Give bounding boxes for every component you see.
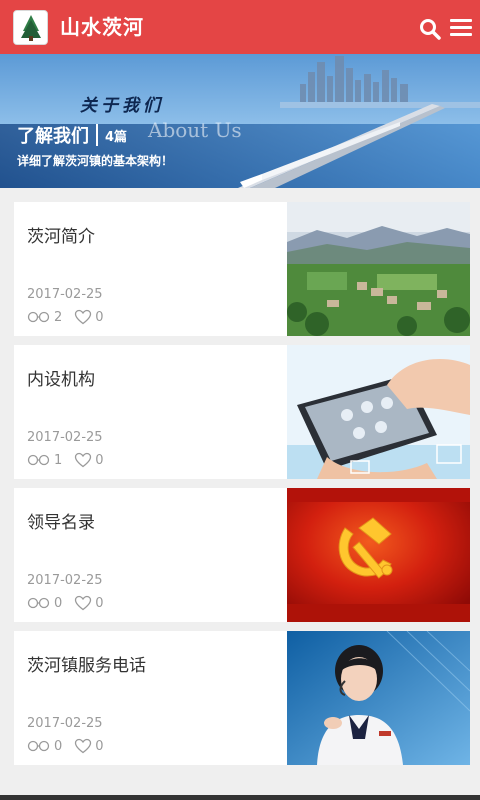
banner-script-heading: 关于我们 xyxy=(80,96,164,116)
bottom-bar xyxy=(0,795,480,800)
banner-title-divider xyxy=(96,124,98,146)
article-stats: 0 0 xyxy=(27,595,116,611)
likes-stat[interactable]: 0 xyxy=(74,738,104,754)
heart-icon xyxy=(75,595,92,611)
glasses-icon xyxy=(27,740,50,752)
glasses-icon xyxy=(27,311,50,323)
heart-icon xyxy=(75,452,92,468)
views-stat: 1 xyxy=(27,453,62,468)
likes-count: 0 xyxy=(95,595,104,611)
likes-stat[interactable]: 0 xyxy=(74,595,104,611)
article-stats: 2 0 xyxy=(27,309,116,325)
views-count: 0 xyxy=(54,738,63,754)
article-card[interactable]: 领导名录 2017-02-25 0 0 xyxy=(14,488,470,622)
article-date: 2017-02-25 xyxy=(27,287,103,302)
glasses-icon xyxy=(27,454,50,466)
banner-english-heading: About Us xyxy=(148,118,242,142)
views-count: 0 xyxy=(54,595,63,611)
heart-icon xyxy=(75,738,92,754)
likes-count: 0 xyxy=(95,452,104,468)
article-title[interactable]: 茨河镇服务电话 xyxy=(27,651,146,676)
article-thumbnail-party-emblem[interactable] xyxy=(287,488,470,622)
search-icon[interactable] xyxy=(418,17,442,41)
likes-count: 0 xyxy=(95,738,104,754)
views-count: 1 xyxy=(54,452,63,468)
banner-article-count: 4篇 xyxy=(105,129,128,145)
likes-stat[interactable]: 0 xyxy=(74,309,104,325)
views-count: 2 xyxy=(54,309,63,325)
tree-logo-icon[interactable] xyxy=(13,10,48,45)
article-thumbnail-smartphone[interactable] xyxy=(287,345,470,479)
about-us-banner[interactable]: 关于我们 About Us 了解我们 4篇 详细了解茨河镇的基本架构！ xyxy=(0,54,480,188)
hamburger-menu-icon[interactable] xyxy=(450,19,472,37)
article-card[interactable]: 内设机构 2017-02-25 1 0 xyxy=(14,345,470,479)
article-stats: 0 0 xyxy=(27,738,116,754)
site-title: 山水茨河 xyxy=(60,15,144,39)
views-stat: 0 xyxy=(27,739,62,754)
glasses-icon xyxy=(27,597,50,609)
article-title[interactable]: 领导名录 xyxy=(27,508,95,533)
banner-description: 详细了解茨河镇的基本架构！ xyxy=(17,154,174,168)
article-card[interactable]: 茨河简介 2017-02-25 2 0 xyxy=(14,202,470,336)
article-date: 2017-02-25 xyxy=(27,430,103,445)
views-stat: 0 xyxy=(27,596,62,611)
banner-title-text: 了解我们 xyxy=(17,126,89,147)
article-title[interactable]: 内设机构 xyxy=(27,365,95,390)
article-date: 2017-02-25 xyxy=(27,573,103,588)
banner-title: 了解我们 4篇 xyxy=(17,122,127,148)
article-card[interactable]: 茨河镇服务电话 2017-02-25 0 0 xyxy=(14,631,470,765)
views-stat: 2 xyxy=(27,310,62,325)
article-thumbnail-service-agent[interactable] xyxy=(287,631,470,765)
app-header: 山水茨河 xyxy=(0,0,480,54)
article-stats: 1 0 xyxy=(27,452,116,468)
heart-icon xyxy=(75,309,92,325)
article-thumbnail-landscape[interactable] xyxy=(287,202,470,336)
article-title[interactable]: 茨河简介 xyxy=(27,222,95,247)
article-date: 2017-02-25 xyxy=(27,716,103,731)
likes-count: 0 xyxy=(95,309,104,325)
likes-stat[interactable]: 0 xyxy=(74,452,104,468)
